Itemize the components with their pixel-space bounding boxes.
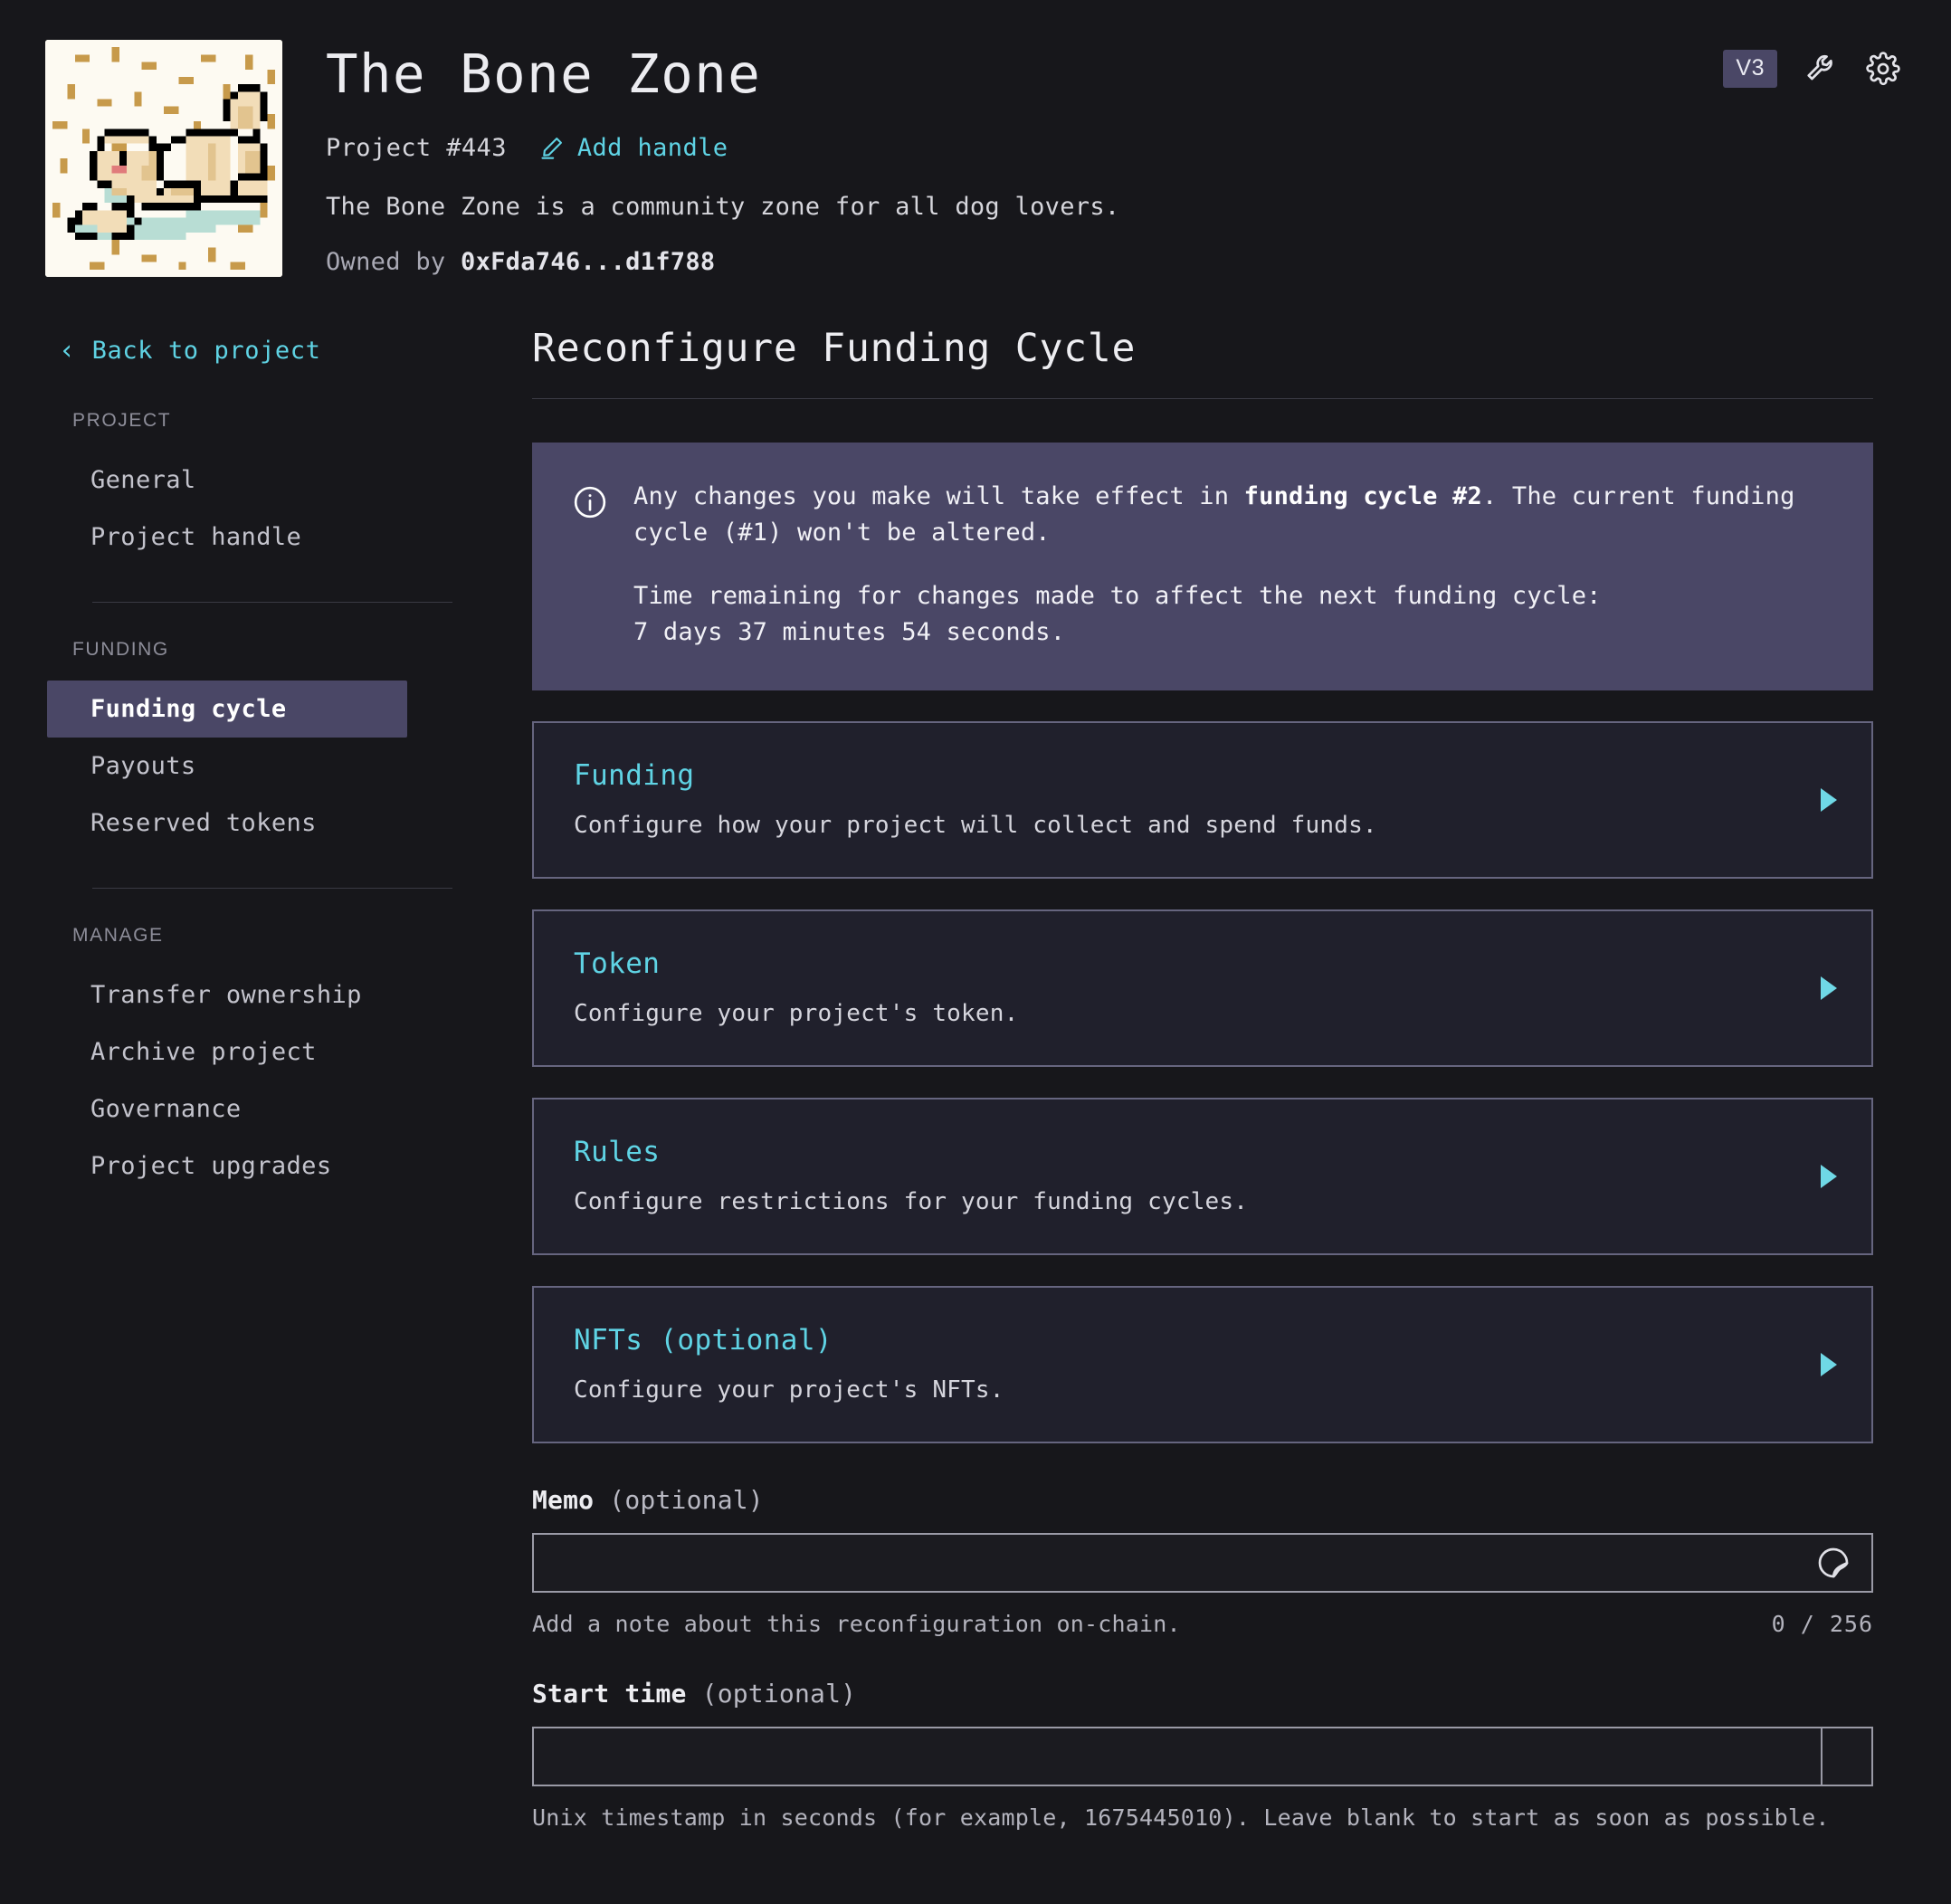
accordion-rules-desc: Configure restrictions for your funding … [574, 1187, 1249, 1215]
project-number: Project #443 [326, 133, 507, 162]
header-tools: V3 [1723, 50, 1900, 88]
project-header: The Bone Zone Project #443 Add handle Th… [0, 0, 1951, 277]
sidebar-group-funding: FUNDING Funding cycle Payouts Reserved t… [47, 639, 507, 852]
owned-by-label: Owned by [326, 247, 446, 276]
wrench-icon[interactable] [1804, 52, 1839, 86]
body-wrapper: ‹ Back to project PROJECT General Projec… [0, 277, 1951, 1831]
sidebar-group-project: PROJECT General Project handle [47, 410, 507, 566]
sidebar-item-payouts[interactable]: Payouts [47, 738, 507, 795]
accordion-token-title: Token [574, 947, 661, 980]
sidebar-item-project-upgrades[interactable]: Project upgrades [47, 1138, 507, 1195]
sidebar-item-reserved-tokens[interactable]: Reserved tokens [47, 795, 507, 852]
project-header-main: The Bone Zone Project #443 Add handle Th… [282, 40, 1119, 276]
accordion-funding-desc: Configure how your project will collect … [574, 811, 1377, 839]
project-meta-row: Project #443 Add handle [326, 134, 1119, 162]
back-to-project-label: Back to project [91, 337, 321, 365]
chevron-right-icon [1821, 976, 1837, 1000]
sidebar-divider-1 [92, 602, 452, 603]
info-icon [572, 484, 608, 520]
banner-line1-a: Any changes you make will take effect in [633, 482, 1244, 510]
banner-time-remaining-label: Time remaining for changes made to affec… [633, 581, 1602, 610]
add-handle-label: Add handle [576, 133, 728, 162]
accordion-token[interactable]: Token Configure your project's token. [532, 909, 1873, 1067]
info-banner-text: Any changes you make will take effect in… [633, 479, 1833, 651]
banner-spacer [633, 551, 1833, 578]
memo-label-optional: (optional) [594, 1484, 764, 1515]
accordion-rules-title: Rules [574, 1135, 661, 1168]
sidebar-item-funding-cycle[interactable]: Funding cycle [47, 681, 407, 738]
accordion-funding-title: Funding [574, 758, 695, 792]
sticker-icon[interactable] [1815, 1545, 1851, 1581]
start-time-hint: Unix timestamp in seconds (for example, … [532, 1804, 1830, 1831]
start-time-label-text: Start time [532, 1678, 687, 1709]
page-root: The Bone Zone Project #443 Add handle Th… [0, 0, 1951, 1904]
chevron-left-icon: ‹ [59, 334, 76, 367]
title-divider [532, 398, 1873, 399]
memo-input-shell[interactable] [532, 1532, 1873, 1593]
sidebar-item-general[interactable]: General [47, 452, 507, 509]
project-description: The Bone Zone is a community zone for al… [326, 192, 1120, 221]
banner-funding-cycle-ref: funding cycle #2 [1243, 482, 1482, 510]
accordion-funding[interactable]: Funding Configure how your project will … [532, 720, 1873, 879]
version-badge[interactable]: V3 [1723, 50, 1777, 88]
chevron-right-icon [1821, 787, 1837, 812]
sidebar-item-archive-project[interactable]: Archive project [47, 1023, 507, 1081]
add-handle-button[interactable]: Add handle [539, 134, 728, 162]
memo-input[interactable] [534, 1534, 1815, 1591]
sidebar-divider-2 [92, 888, 452, 889]
main-content: Reconfigure Funding Cycle Any changes yo… [507, 319, 1951, 1831]
start-time-footer: Unix timestamp in seconds (for example, … [532, 1804, 1873, 1831]
memo-footer: Add a note about this reconfiguration on… [532, 1611, 1873, 1637]
sidebar-group-label-funding: FUNDING [72, 639, 169, 660]
start-time-input[interactable] [534, 1728, 1821, 1785]
project-owner: Owned by 0xFda746...d1f788 [326, 248, 1119, 276]
chevron-right-icon [1821, 1352, 1837, 1376]
page-title: The Bone Zone [326, 43, 762, 105]
sidebar-group-label-manage: MANAGE [72, 925, 164, 946]
accordion-nfts-title: NFTs (optional) [574, 1323, 833, 1357]
chevron-right-icon [1821, 1164, 1837, 1188]
start-time-stepper[interactable] [1821, 1728, 1871, 1785]
memo-char-counter: 0 / 256 [1771, 1610, 1873, 1637]
owner-address[interactable]: 0xFda746...d1f788 [461, 248, 715, 276]
section-title: Reconfigure Funding Cycle [532, 326, 1137, 371]
accordion-nfts-desc: Configure your project's NFTs. [574, 1376, 1004, 1404]
info-banner: Any changes you make will take effect in… [532, 443, 1873, 690]
start-time-label-optional: (optional) [686, 1678, 857, 1709]
start-time-field-group: Start time (optional) Unix timestamp in … [532, 1679, 1873, 1831]
pencil-icon [539, 135, 565, 160]
accordion-nfts[interactable]: NFTs (optional) Configure your project's… [532, 1285, 1873, 1443]
accordion-rules[interactable]: Rules Configure restrictions for your fu… [532, 1097, 1873, 1255]
memo-label-text: Memo [532, 1484, 595, 1515]
sidebar-item-governance[interactable]: Governance [47, 1081, 507, 1138]
memo-label: Memo (optional) [532, 1485, 1873, 1515]
start-time-input-shell[interactable] [532, 1726, 1873, 1786]
back-to-project-link[interactable]: ‹ Back to project [47, 337, 507, 365]
gear-icon[interactable] [1866, 52, 1900, 86]
sidebar-group-manage: MANAGE Transfer ownership Archive projec… [47, 925, 507, 1195]
accordion-token-desc: Configure your project's token. [574, 999, 1019, 1027]
sidebar-item-transfer-ownership[interactable]: Transfer ownership [47, 966, 507, 1023]
sidebar-group-label-project: PROJECT [72, 410, 172, 431]
project-avatar [45, 40, 282, 277]
banner-countdown: 7 days 37 minutes 54 seconds. [633, 617, 1066, 646]
start-time-label: Start time (optional) [532, 1679, 1873, 1709]
settings-sidebar: ‹ Back to project PROJECT General Projec… [0, 319, 507, 1831]
memo-hint: Add a note about this reconfiguration on… [532, 1610, 1181, 1637]
memo-field-group: Memo (optional) Add a note about this re… [532, 1485, 1873, 1637]
sidebar-item-project-handle[interactable]: Project handle [47, 509, 507, 566]
